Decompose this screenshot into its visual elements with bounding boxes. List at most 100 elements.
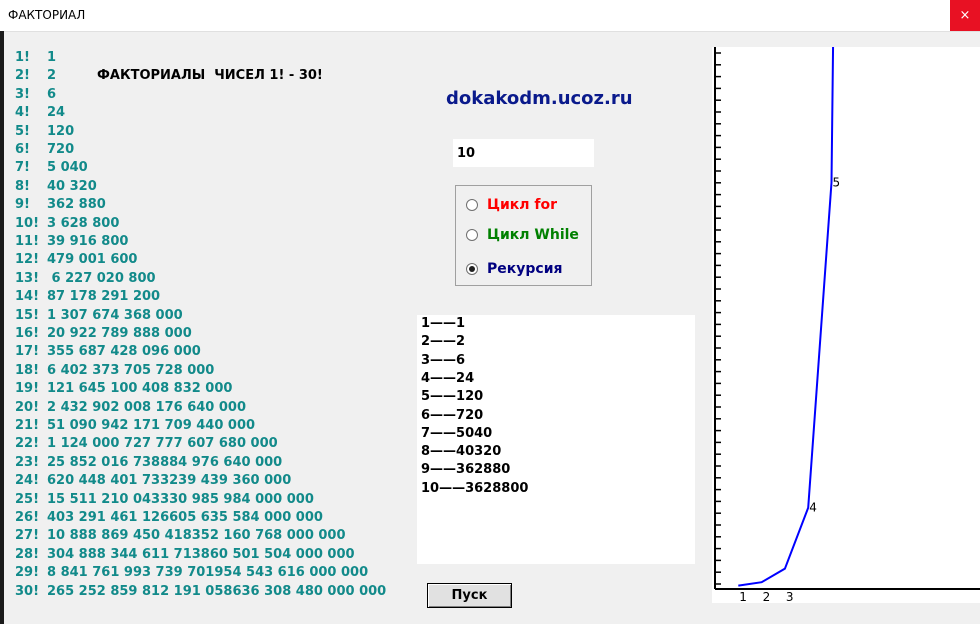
factorial-index: 16! bbox=[15, 326, 40, 341]
method-radio-group: Цикл for Цикл While Рекурсия bbox=[455, 185, 592, 286]
factorial-value: 355 687 428 096 000 bbox=[47, 344, 201, 360]
result-item: 9——362880 bbox=[421, 462, 511, 478]
factorial-index: 21! bbox=[15, 418, 40, 433]
factorial-index: 20! bbox=[15, 399, 40, 415]
result-item: 8——40320 bbox=[421, 444, 502, 460]
factorial-value: 5 040 bbox=[47, 160, 88, 176]
factorial-value: 720 bbox=[47, 142, 75, 157]
factorial-index: 3! bbox=[15, 86, 30, 102]
factorial-index: 11! bbox=[15, 234, 40, 249]
factorial-row: 23! 25 852 016 738884 976 640 000 bbox=[15, 455, 282, 472]
factorial-index: 12! bbox=[15, 252, 40, 268]
radio-while-dot[interactable] bbox=[466, 229, 478, 241]
factorial-index: 24! bbox=[15, 473, 40, 489]
point-label: 2 bbox=[763, 590, 771, 603]
factorial-index: 29! bbox=[15, 565, 40, 581]
factorial-index: 19! bbox=[15, 381, 40, 397]
factorial-row: 22! 1 124 000 727 777 607 680 000 bbox=[15, 436, 278, 453]
factorial-index: 7! bbox=[15, 160, 30, 176]
factorial-value: 8 841 761 993 739 701954 543 616 000 000 bbox=[47, 565, 369, 581]
factorial-index: 13! bbox=[15, 270, 40, 286]
factorial-index: 1! bbox=[15, 50, 30, 65]
page-heading: ФАКТОРИАЛЫ ЧИСЕЛ 1! - 30! bbox=[97, 68, 323, 83]
factorial-value: 1 bbox=[47, 50, 57, 65]
radio-recursion[interactable]: Рекурсия bbox=[466, 259, 563, 279]
factorial-row: 26! 403 291 461 126605 635 584 000 000 bbox=[15, 510, 323, 527]
factorial-index: 18! bbox=[15, 362, 40, 378]
factorial-row: 2! 2 bbox=[15, 68, 56, 85]
factorial-row: 27! 10 888 869 450 418352 160 768 000 000 bbox=[15, 528, 346, 545]
factorial-row: 10! 3 628 800 bbox=[15, 216, 119, 233]
factorial-index: 28! bbox=[15, 546, 40, 562]
radio-recursion-label: Рекурсия bbox=[487, 261, 563, 277]
plot-svg: 1 2 3 4 5 bbox=[714, 47, 980, 603]
factorial-index: 4! bbox=[15, 105, 30, 121]
factorial-value: 1 307 674 368 000 bbox=[47, 307, 183, 323]
result-item: 6——720 bbox=[421, 407, 484, 423]
series-line bbox=[738, 47, 835, 587]
factorial-value: 6 bbox=[47, 86, 57, 102]
factorial-value: 265 252 859 812 191 058636 308 480 000 0… bbox=[47, 583, 387, 599]
radio-for-label: Цикл for bbox=[487, 197, 558, 213]
factorial-value: 15 511 210 043330 985 984 000 000 bbox=[47, 491, 314, 507]
factorial-row: 5! 120 bbox=[15, 124, 74, 141]
factorial-row: 3! 6 bbox=[15, 87, 56, 104]
window-title: ФАКТОРИАЛ bbox=[8, 8, 86, 22]
factorial-row: 4! 24 bbox=[15, 105, 65, 122]
factorial-value: 304 888 344 611 713860 501 504 000 000 bbox=[47, 546, 355, 562]
run-button[interactable]: Пуск bbox=[427, 583, 512, 608]
factorial-row: 8! 40 320 bbox=[15, 179, 97, 196]
site-label: dokakodm.ucoz.ru bbox=[446, 88, 633, 109]
result-item: 10——3628800 bbox=[421, 480, 529, 496]
left-edge bbox=[0, 31, 4, 624]
factorial-index: 27! bbox=[15, 528, 40, 544]
factorial-row: 24! 620 448 401 733239 439 360 000 bbox=[15, 473, 291, 490]
point-label: 4 bbox=[809, 501, 817, 515]
factorial-plot: 1 2 3 4 5 bbox=[712, 47, 980, 603]
factorial-index: 25! bbox=[15, 491, 40, 507]
factorial-row: 17! 355 687 428 096 000 bbox=[15, 344, 201, 361]
radio-while[interactable]: Цикл While bbox=[466, 225, 579, 245]
factorial-row: 7! 5 040 bbox=[15, 160, 88, 177]
factorial-index: 26! bbox=[15, 510, 40, 525]
factorial-value: 2 bbox=[47, 68, 57, 84]
n-input[interactable] bbox=[453, 139, 594, 167]
factorial-index: 17! bbox=[15, 344, 40, 360]
point-label: 1 bbox=[739, 590, 747, 603]
result-item: 2——2 bbox=[421, 334, 466, 350]
factorial-row: 1! 1 bbox=[15, 50, 56, 67]
factorial-value: 403 291 461 126605 635 584 000 000 bbox=[47, 510, 323, 525]
factorial-value: 6 402 373 705 728 000 bbox=[47, 362, 215, 378]
factorial-value: 25 852 016 738884 976 640 000 bbox=[47, 454, 283, 470]
results-listbox[interactable]: 1——1 2——2 3——6 4——24 5——120 6——720 7——5040 8——4… bbox=[417, 315, 695, 564]
factorial-row: 15! 1 307 674 368 000 bbox=[15, 308, 183, 325]
factorial-row: 6! 720 bbox=[15, 142, 74, 159]
factorial-row: 11! 39 916 800 bbox=[15, 234, 128, 251]
result-item: 1——1 bbox=[421, 316, 466, 331]
factorial-value: 39 916 800 bbox=[47, 234, 129, 249]
factorial-row: 20! 2 432 902 008 176 640 000 bbox=[15, 400, 246, 417]
factorial-row: 16! 20 922 789 888 000 bbox=[15, 326, 192, 343]
result-item: 7——5040 bbox=[421, 425, 493, 441]
factorial-value: 620 448 401 733239 439 360 000 bbox=[47, 473, 292, 489]
factorial-row: 21! 51 090 942 171 709 440 000 bbox=[15, 418, 255, 435]
radio-recursion-dot[interactable] bbox=[466, 263, 478, 275]
factorial-value: 362 880 bbox=[47, 197, 106, 213]
radio-for-dot[interactable] bbox=[466, 199, 478, 211]
factorial-row: 19! 121 645 100 408 832 000 bbox=[15, 381, 232, 398]
factorial-value: 120 bbox=[47, 123, 75, 139]
radio-for[interactable]: Цикл for bbox=[466, 195, 557, 215]
factorial-value: 20 922 789 888 000 bbox=[47, 326, 192, 341]
factorial-index: 30! bbox=[15, 583, 40, 599]
factorial-index: 22! bbox=[15, 436, 40, 452]
factorial-row: 9! 362 880 bbox=[15, 197, 106, 214]
radio-while-label: Цикл While bbox=[487, 227, 579, 243]
factorial-value: 121 645 100 408 832 000 bbox=[47, 381, 233, 397]
close-button[interactable]: × bbox=[950, 0, 980, 31]
factorial-row: 28! 304 888 344 611 713860 501 504 000 00… bbox=[15, 547, 355, 564]
factorial-value: 6 227 020 800 bbox=[47, 270, 156, 286]
factorial-index: 14! bbox=[15, 289, 40, 305]
factorial-row: 12! 479 001 600 bbox=[15, 252, 137, 269]
factorial-value: 10 888 869 450 418352 160 768 000 000 bbox=[47, 528, 346, 544]
factorial-index: 23! bbox=[15, 454, 40, 470]
